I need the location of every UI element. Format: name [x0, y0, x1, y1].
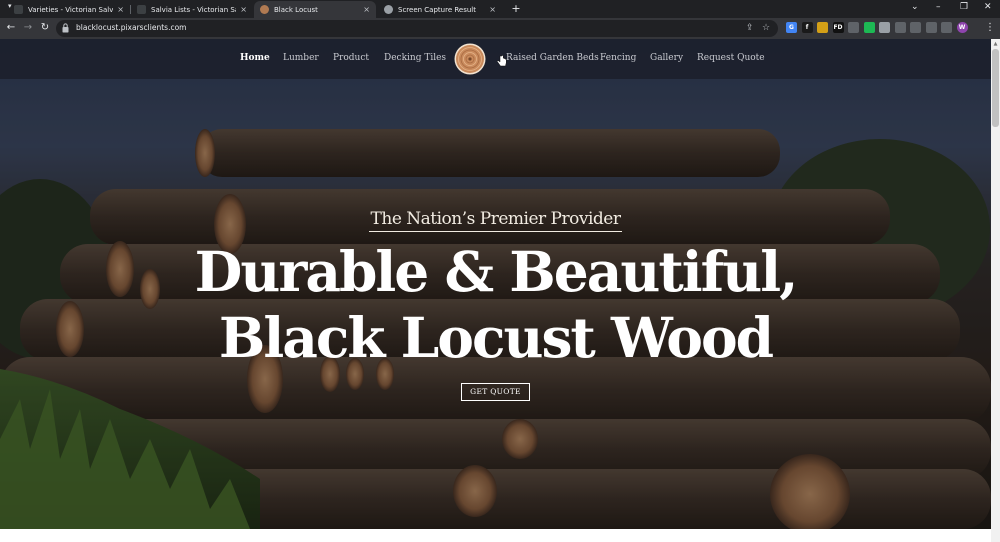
extension-icon[interactable]: W — [956, 22, 968, 33]
nav-gallery[interactable]: Gallery — [650, 53, 683, 63]
nav-lumber[interactable]: Lumber — [283, 53, 319, 63]
tab-title: Black Locust — [274, 5, 318, 14]
hero-eyebrow: The Nation’s Premier Provider — [0, 209, 991, 232]
nav-raised-garden-beds[interactable]: Raised Garden Beds — [506, 53, 599, 63]
scroll-up-arrow-icon[interactable]: ▲ — [991, 40, 1000, 48]
site-navbar: Home Lumber Product Decking Tiles Raised… — [0, 39, 991, 79]
eyebrow-text: The Nation’s Premier Provider — [368, 209, 623, 232]
tab-strip: ▾ Varieties - Victorian Salvia Study × S… — [0, 0, 1000, 18]
favicon-icon — [260, 5, 269, 14]
browser-toolbar: ← → ↻ blacklocust.pixarsclients.com ⇪ ☆ … — [0, 18, 1000, 39]
window-close-icon[interactable]: ✕ — [984, 2, 992, 12]
tab-title: Varieties - Victorian Salvia Study — [28, 5, 114, 14]
tab-title: Salvia Lists - Victorian Salvia Stu — [151, 5, 236, 14]
web-page: Home Lumber Product Decking Tiles Raised… — [0, 39, 991, 542]
lock-icon — [62, 23, 69, 33]
tab-screen-capture[interactable]: Screen Capture Result × — [378, 1, 502, 18]
black-locust-logo[interactable] — [454, 43, 486, 75]
tab-black-locust[interactable]: Black Locust × — [254, 1, 376, 18]
page-scrollbar[interactable]: ▲ — [991, 39, 1000, 542]
favicon-icon — [384, 5, 393, 14]
tab-varieties[interactable]: Varieties - Victorian Salvia Study × — [8, 1, 130, 18]
extension-icon[interactable] — [879, 22, 890, 33]
maximize-icon[interactable]: ❐ — [960, 2, 968, 12]
extension-icon[interactable]: FD — [832, 22, 844, 33]
extension-icon[interactable] — [848, 22, 859, 33]
extension-icon[interactable] — [817, 22, 828, 33]
close-icon[interactable]: × — [240, 5, 247, 14]
menu-kebab-icon[interactable]: ⋮ — [983, 21, 997, 35]
close-icon[interactable]: × — [363, 5, 370, 14]
extension-icon[interactable]: f — [801, 22, 813, 33]
reload-icon[interactable]: ↻ — [38, 21, 52, 35]
tab-title: Screen Capture Result — [398, 5, 476, 14]
close-icon[interactable]: × — [117, 5, 124, 14]
nav-product[interactable]: Product — [333, 53, 369, 63]
nav-fencing[interactable]: Fencing — [600, 53, 636, 63]
extension-icon[interactable]: G — [786, 22, 797, 33]
extension-icon[interactable] — [894, 22, 906, 33]
favicon-icon — [137, 5, 146, 14]
hero-headline: Durable & Beautiful, Black Locust Wood — [194, 239, 799, 370]
extension-icon[interactable] — [910, 22, 921, 33]
new-tab-button[interactable]: + — [509, 2, 523, 16]
scrollbar-thumb[interactable] — [992, 49, 999, 127]
back-arrow-icon[interactable]: ← — [4, 21, 18, 35]
extension-icon[interactable] — [925, 22, 937, 33]
favicon-icon — [14, 5, 23, 14]
get-quote-button[interactable]: GET QUOTE — [461, 383, 530, 401]
extension-icon[interactable] — [863, 22, 875, 33]
forward-arrow-icon[interactable]: → — [21, 21, 35, 35]
tab-list-icon[interactable]: ⌄ — [911, 2, 919, 12]
bookmark-star-icon[interactable]: ☆ — [762, 23, 770, 33]
url-text: blacklocust.pixarsclients.com — [76, 23, 187, 32]
tab-salvia-lists[interactable]: Salvia Lists - Victorian Salvia Stu × — [131, 1, 253, 18]
hand-cursor-icon — [497, 55, 507, 67]
share-icon[interactable]: ⇪ — [746, 23, 754, 33]
nav-decking-tiles[interactable]: Decking Tiles — [384, 53, 446, 63]
nav-home[interactable]: Home — [240, 53, 270, 63]
nav-request-quote[interactable]: Request Quote — [697, 53, 765, 63]
extension-icon[interactable] — [941, 22, 952, 33]
close-icon[interactable]: × — [489, 5, 496, 14]
minimize-icon[interactable]: – — [936, 2, 941, 12]
address-bar[interactable]: blacklocust.pixarsclients.com ⇪ ☆ — [56, 20, 778, 37]
hero-section: Home Lumber Product Decking Tiles Raised… — [0, 39, 991, 529]
